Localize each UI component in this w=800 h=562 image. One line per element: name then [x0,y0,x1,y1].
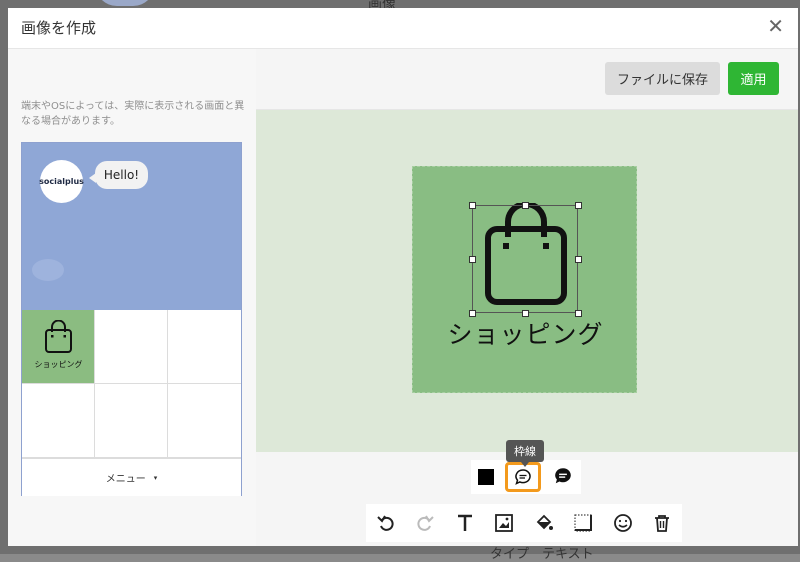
fill-bucket-glyph [536,514,553,530]
menu-bar[interactable]: メニュー ▾ [22,458,241,496]
chat-area: socialplus Hello! [22,143,241,310]
resize-handle[interactable] [522,202,529,209]
image-glyph [495,514,514,532]
resize-handle[interactable] [469,202,476,209]
rich-menu-cell[interactable] [168,384,241,458]
modal-title: 画像を作成 [21,19,97,37]
trash-icon[interactable] [650,511,674,535]
rich-menu-cell[interactable] [22,384,95,458]
rich-menu-cell-shopping[interactable]: ショッピング [22,310,95,384]
modal-header: 画像を作成 ✕ [8,8,798,49]
avatar: socialplus [39,160,84,203]
caret-down-icon: ▾ [153,473,158,482]
redo-icon[interactable] [413,511,437,535]
menu-label: メニュー [105,474,146,485]
rich-menu-cell[interactable] [95,310,168,384]
trash-glyph [655,515,670,532]
resize-handle[interactable] [575,202,582,209]
tooltip: 枠線 [506,440,544,467]
resize-handle[interactable] [575,256,582,263]
undo-glyph [377,515,394,531]
rich-menu-grid: ショッピング [22,310,241,458]
redo-glyph [417,515,434,531]
editor-panel: ファイルに保存 適用 ショッピング 枠線 [256,49,798,546]
rich-menu-cell[interactable] [168,310,241,384]
canvas-text[interactable]: ショッピング [413,315,638,351]
bot-name: socialplus [39,177,84,186]
resize-handle[interactable] [469,256,476,263]
preview-note: 端末やOSによっては、実際に表示される画面と異なる場合があります。 [21,101,245,127]
shopping-bag-icon [45,320,72,353]
chat-bubble: Hello! [89,161,148,189]
tool-row [366,504,682,542]
save-file-button[interactable]: ファイルに保存 [605,62,720,95]
emoji-glyph [613,514,632,532]
phone-preview: socialplus Hello! ショッピング メニュー ▾ [21,142,242,496]
canvas-area: ショッピング 枠線 [256,110,798,467]
apply-button[interactable]: 適用 [728,62,779,95]
create-image-modal: 画像を作成 ✕ 端末やOSによっては、実際に表示される画面と異なる場合があります… [8,8,798,546]
emoji-icon[interactable] [611,511,635,535]
text-icon[interactable] [453,511,477,535]
border-icon[interactable] [571,511,595,535]
background-avatar [95,0,155,6]
fill-bucket-icon[interactable] [532,511,556,535]
selection-box [469,202,582,317]
square-fill-icon[interactable] [478,469,494,485]
image-icon[interactable] [492,511,516,535]
editor-toolbar: ファイルに保存 適用 [256,49,798,110]
cloud-decoration [32,259,64,281]
preview-panel: 端末やOSによっては、実際に表示される画面と異なる場合があります。 social… [8,49,256,546]
text-glyph [457,514,472,531]
rich-menu-cell[interactable] [95,384,168,458]
undo-icon[interactable] [374,511,398,535]
border-glyph [574,514,593,532]
speech-bubble-outline-glyph [515,469,531,485]
speech-bubble-solid-icon[interactable] [553,466,573,486]
design-canvas[interactable]: ショッピング [412,166,637,393]
cell-label: ショッピング [34,360,83,369]
close-icon[interactable]: ✕ [767,14,784,38]
